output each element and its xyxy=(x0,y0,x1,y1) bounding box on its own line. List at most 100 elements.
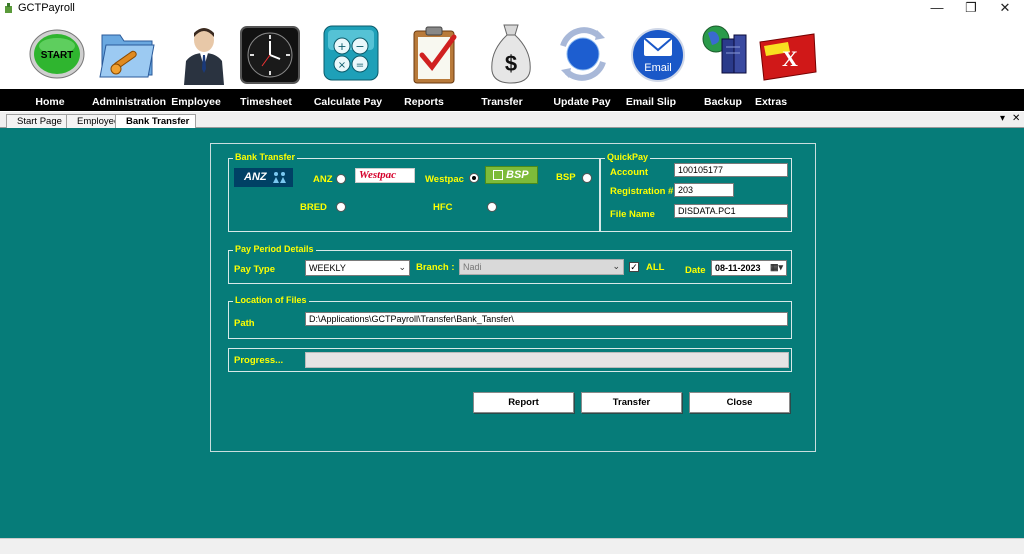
bank-transfer-group: Bank Transfer ANZ ANZ Westpac Westpac BS… xyxy=(228,152,600,232)
date-value: 08-11-2023 xyxy=(715,263,761,273)
anz-label: ANZ xyxy=(313,174,333,185)
date-picker[interactable]: 08-11-2023 ▦▾ xyxy=(711,260,787,276)
minimize-button[interactable]: — xyxy=(920,0,954,17)
close-window-button[interactable]: ✕ xyxy=(988,0,1022,17)
account-field[interactable]: 100105177 xyxy=(674,163,788,177)
account-label: Account xyxy=(610,167,648,178)
branch-label: Branch : xyxy=(416,262,455,273)
svg-text:START: START xyxy=(41,50,74,61)
tab-bank-transfer[interactable]: Bank Transfer xyxy=(115,114,197,128)
anz-radio[interactable] xyxy=(336,174,346,184)
all-label: ALL xyxy=(646,262,665,273)
workspace: Bank Transfer ANZ ANZ Westpac Westpac BS… xyxy=(0,128,1024,538)
registration-label: Registration # xyxy=(610,186,674,197)
westpac-radio[interactable] xyxy=(469,173,479,183)
exit-x-icon[interactable]: X xyxy=(758,32,818,85)
calendar-dropdown-icon: ▦▾ xyxy=(769,262,783,272)
close-button[interactable]: Close xyxy=(689,392,790,413)
filename-label: File Name xyxy=(610,209,655,220)
backup-server-icon[interactable] xyxy=(700,23,752,80)
pay-period-group-title: Pay Period Details xyxy=(233,244,316,254)
quickpay-group-title: QuickPay xyxy=(605,152,651,162)
progress-group: Progress... xyxy=(228,348,792,372)
employee-person-icon[interactable] xyxy=(180,23,228,88)
bsp-logo-text: BSP xyxy=(506,169,529,181)
quickpay-group: QuickPay Account 100105177 Registration … xyxy=(600,152,792,232)
window-title: GCTPayroll xyxy=(18,2,75,14)
chevron-down-icon: ⌄ xyxy=(398,262,406,272)
branch-select[interactable]: Nadi ⌄ xyxy=(459,259,624,275)
bred-label: BRED xyxy=(300,202,327,213)
calculator-icon[interactable]: + − × = xyxy=(320,24,382,87)
bred-radio[interactable] xyxy=(336,202,346,212)
menu-calculate-pay[interactable]: Calculate Pay xyxy=(314,96,382,108)
money-bag-icon[interactable]: $ xyxy=(488,21,534,88)
anz-people-icon xyxy=(273,172,286,183)
menu-transfer[interactable]: Transfer xyxy=(481,96,522,108)
tab-start-page[interactable]: Start Page xyxy=(6,114,69,128)
pay-type-label: Pay Type xyxy=(234,264,276,275)
menu-update-pay[interactable]: Update Pay xyxy=(553,96,610,108)
report-button[interactable]: Report xyxy=(473,392,574,413)
bsp-logo: BSP xyxy=(485,166,538,184)
registration-field[interactable]: 203 xyxy=(674,183,734,197)
filename-field[interactable]: DISDATA.PC1 xyxy=(674,204,788,218)
hfc-radio[interactable] xyxy=(487,202,497,212)
start-icon[interactable]: START xyxy=(29,29,85,82)
title-bar: GCTPayroll — ❐ ✕ xyxy=(0,0,1024,17)
email-icon[interactable]: Email xyxy=(629,28,687,85)
svg-text:$: $ xyxy=(505,51,517,76)
westpac-label: Westpac xyxy=(425,174,464,185)
westpac-logo-text: Westpac xyxy=(359,169,397,181)
path-field[interactable]: D:\Applications\GCTPayroll\Transfer\Bank… xyxy=(305,312,788,326)
bsp-radio[interactable] xyxy=(582,173,592,183)
menu-administration[interactable]: Administration xyxy=(92,96,166,108)
clipboard-check-icon[interactable] xyxy=(408,23,464,88)
progress-label: Progress... xyxy=(234,355,284,366)
svg-text:X: X xyxy=(782,46,798,71)
location-group-title: Location of Files xyxy=(233,295,309,305)
pay-type-value: WEEKLY xyxy=(309,263,346,273)
path-label: Path xyxy=(234,318,255,329)
svg-text:=: = xyxy=(356,60,364,71)
bsp-logo-box-icon xyxy=(493,170,503,180)
svg-text:Email: Email xyxy=(644,62,672,74)
menu-reports[interactable]: Reports xyxy=(404,96,444,108)
menu-backup[interactable]: Backup xyxy=(704,96,742,108)
menu-extras[interactable]: Extras xyxy=(755,96,787,108)
menu-home[interactable]: Home xyxy=(35,96,64,108)
transfer-button[interactable]: Transfer xyxy=(581,392,682,413)
tab-close-icon[interactable]: ✕ xyxy=(1012,113,1020,124)
anz-logo-text: ANZ xyxy=(244,171,267,183)
hfc-label: HFC xyxy=(433,202,453,213)
branch-value: Nadi xyxy=(463,262,482,272)
progress-bar xyxy=(305,352,789,368)
bank-transfer-panel: Bank Transfer ANZ ANZ Westpac Westpac BS… xyxy=(210,143,816,452)
all-checkbox[interactable]: ✓ xyxy=(629,262,639,272)
menu-employee[interactable]: Employee xyxy=(171,96,221,108)
menu-email-slip[interactable]: Email Slip xyxy=(626,96,676,108)
anz-logo: ANZ xyxy=(234,168,293,187)
svg-text:+: + xyxy=(337,40,346,53)
restore-button[interactable]: ❐ xyxy=(954,0,988,17)
menu-bar: Home Administration Employee Timesheet C… xyxy=(0,89,1024,111)
bank-transfer-group-title: Bank Transfer xyxy=(233,152,298,162)
admin-folder-icon[interactable] xyxy=(96,23,158,86)
bsp-label: BSP xyxy=(556,172,576,183)
chevron-down-icon: ⌄ xyxy=(612,261,620,271)
app-icon xyxy=(5,3,12,13)
tab-list-dropdown-icon[interactable]: ▾ xyxy=(1000,113,1005,124)
location-group: Location of Files Path D:\Applications\G… xyxy=(228,295,792,339)
svg-text:−: − xyxy=(355,40,364,53)
main-toolbar: START + − × = $ Email X xyxy=(0,17,1024,89)
pay-period-group: Pay Period Details Pay Type WEEKLY ⌄ Bra… xyxy=(228,244,792,284)
status-bar xyxy=(0,538,1024,554)
menu-timesheet[interactable]: Timesheet xyxy=(240,96,292,108)
refresh-globe-icon[interactable] xyxy=(553,26,613,85)
date-label: Date xyxy=(685,265,706,276)
clock-icon[interactable] xyxy=(240,26,300,87)
document-tabs: Start Page Employee Bank Transfer ▾ ✕ xyxy=(0,112,1024,128)
westpac-logo: Westpac xyxy=(355,168,415,183)
svg-text:×: × xyxy=(338,60,346,71)
pay-type-select[interactable]: WEEKLY ⌄ xyxy=(305,260,410,276)
